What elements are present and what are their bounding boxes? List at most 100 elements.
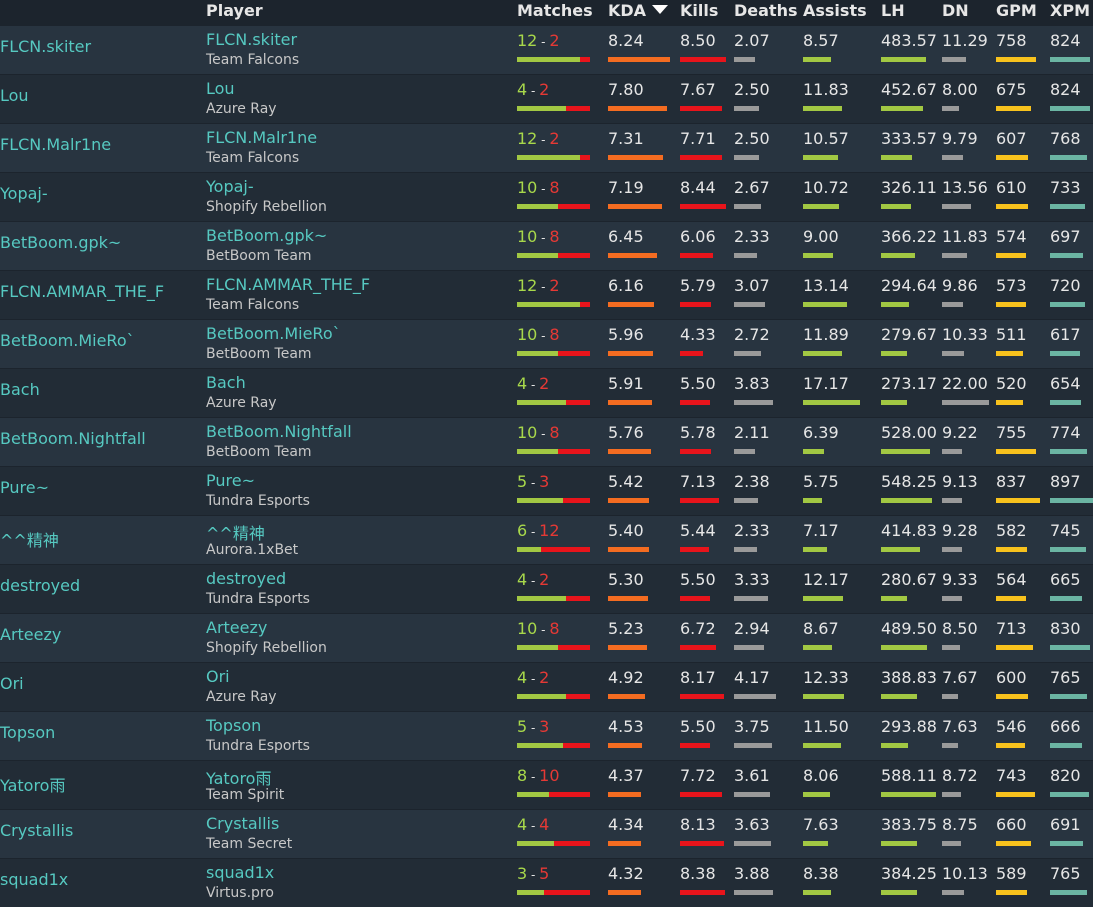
xpm-bar <box>1050 841 1083 846</box>
loss-bar <box>563 498 590 503</box>
wins-count: 4 <box>517 80 528 99</box>
kda-bar <box>608 645 647 650</box>
kills-value: 7.67 <box>680 80 716 99</box>
player-link[interactable]: BetBoom.MieRo` <box>0 331 135 350</box>
player-link[interactable]: Crystallis <box>0 821 73 840</box>
player-link[interactable]: Arteezy <box>0 625 61 644</box>
header-kda[interactable]: KDA <box>608 0 669 22</box>
matches-record: 10 - 8 <box>517 178 560 197</box>
assists-value: 12.17 <box>803 570 849 589</box>
win-bar <box>517 351 558 356</box>
table-row: FLCN.Malr1ne FLCN.Malr1ne Team Falcons 12 -… <box>0 124 1093 172</box>
player-link[interactable]: Lou <box>0 86 29 105</box>
player-name-link[interactable]: Yopaj- <box>206 177 254 196</box>
kda-value: 4.32 <box>608 864 644 883</box>
player-name-link[interactable]: Pure~ <box>206 471 255 490</box>
xpm-value: 824 <box>1050 31 1081 50</box>
header-xpm[interactable]: XPM <box>1050 0 1090 22</box>
matches-record: 4 - 2 <box>517 668 549 687</box>
kda-value: 4.92 <box>608 668 644 687</box>
header-dn[interactable]: DN <box>942 0 969 22</box>
player-name-link[interactable]: squad1x <box>206 863 274 882</box>
player-link[interactable]: BetBoom.Nightfall <box>0 429 146 448</box>
player-name-link[interactable]: Crystallis <box>206 814 279 833</box>
team-name: BetBoom Team <box>206 248 312 264</box>
team-name: Azure Ray <box>206 395 277 411</box>
team-name: BetBoom Team <box>206 444 312 460</box>
dn-bar <box>942 155 963 160</box>
lh-value: 294.64 <box>881 276 937 295</box>
loss-bar <box>558 645 590 650</box>
player-link[interactable]: FLCN.Malr1ne <box>0 135 111 154</box>
player-name-link[interactable]: Lou <box>206 79 235 98</box>
header-gpm[interactable]: GPM <box>996 0 1037 22</box>
kda-bar <box>608 155 663 160</box>
assists-bar <box>803 106 842 111</box>
loss-bar <box>580 302 590 307</box>
assists-bar <box>803 743 841 748</box>
player-name-link[interactable]: Yatoro雨 <box>206 765 271 789</box>
xpm-bar <box>1050 400 1081 405</box>
player-name-link[interactable]: BetBoom.Nightfall <box>206 422 352 441</box>
team-name: Team Falcons <box>206 52 300 68</box>
player-name-link[interactable]: Topson <box>206 716 261 735</box>
header-player[interactable]: Player <box>206 0 263 22</box>
player-link[interactable]: squad1x <box>0 870 68 889</box>
kda-value: 5.30 <box>608 570 644 589</box>
player-name-link[interactable]: Ori <box>206 667 230 686</box>
player-name-link[interactable]: BetBoom.MieRo` <box>206 324 341 343</box>
dn-bar <box>942 841 961 846</box>
deaths-bar <box>734 890 773 895</box>
xpm-value: 830 <box>1050 619 1081 638</box>
player-link[interactable]: destroyed <box>0 576 80 595</box>
player-name-link[interactable]: FLCN.AMMAR_THE_F <box>206 275 370 294</box>
team-name: Team Spirit <box>206 787 285 803</box>
player-link[interactable]: ^^精神 <box>0 527 59 551</box>
kda-bar <box>608 694 645 699</box>
dn-value: 8.75 <box>942 815 978 834</box>
player-name-link[interactable]: FLCN.Malr1ne <box>206 128 317 147</box>
player-name-link[interactable]: Bach <box>206 373 246 392</box>
xpm-value: 820 <box>1050 766 1081 785</box>
deaths-bar <box>734 841 771 846</box>
header-assists[interactable]: Assists <box>803 0 867 22</box>
kills-value: 8.17 <box>680 668 716 687</box>
player-link[interactable]: Pure~ <box>0 478 49 497</box>
player-link[interactable]: FLCN.AMMAR_THE_F <box>0 282 164 301</box>
kda-bar <box>608 253 657 258</box>
gpm-value: 582 <box>996 521 1027 540</box>
player-link[interactable]: Yopaj- <box>0 184 48 203</box>
player-link[interactable]: Topson <box>0 723 55 742</box>
assists-value: 7.63 <box>803 815 839 834</box>
player-link[interactable]: FLCN.skiter <box>0 37 91 56</box>
deaths-value: 2.72 <box>734 325 770 344</box>
header-lh[interactable]: LH <box>881 0 905 22</box>
win-bar <box>517 792 549 797</box>
wins-count: 3 <box>517 864 528 883</box>
deaths-bar <box>734 694 776 699</box>
gpm-value: 837 <box>996 472 1027 491</box>
player-link[interactable]: Bach <box>0 380 40 399</box>
header-kills[interactable]: Kills <box>680 0 718 22</box>
assists-value: 11.50 <box>803 717 849 736</box>
lh-value: 279.67 <box>881 325 937 344</box>
team-name: Team Secret <box>206 836 293 852</box>
record-separator: - <box>537 280 550 294</box>
player-link[interactable]: Yatoro雨 <box>0 772 65 796</box>
header-matches[interactable]: Matches <box>517 0 593 22</box>
player-link[interactable]: BetBoom.gpk~ <box>0 233 121 252</box>
player-name-link[interactable]: destroyed <box>206 569 286 588</box>
player-name-link[interactable]: BetBoom.gpk~ <box>206 226 327 245</box>
header-deaths[interactable]: Deaths <box>734 0 798 22</box>
kills-bar <box>680 253 713 258</box>
player-name-link[interactable]: ^^精神 <box>206 520 265 544</box>
kda-value: 8.24 <box>608 31 644 50</box>
record-separator: - <box>527 868 540 882</box>
lh-bar <box>881 596 907 601</box>
deaths-value: 2.50 <box>734 129 770 148</box>
player-name-link[interactable]: Arteezy <box>206 618 267 637</box>
player-name-link[interactable]: FLCN.skiter <box>206 30 297 49</box>
team-name: Tundra Esports <box>206 493 310 509</box>
player-link[interactable]: Ori <box>0 674 24 693</box>
xpm-bar <box>1050 253 1083 258</box>
